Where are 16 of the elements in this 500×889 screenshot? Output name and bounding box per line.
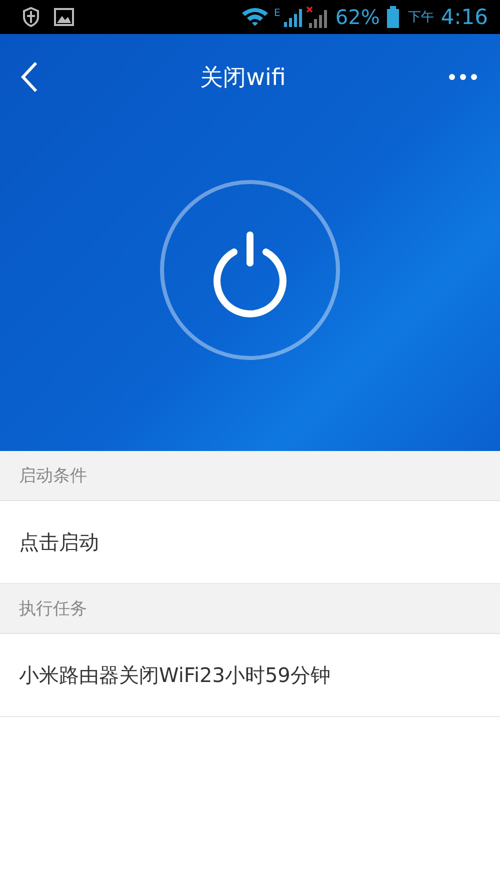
network-type-label: E — [274, 8, 280, 19]
battery-icon — [386, 6, 399, 28]
power-button[interactable] — [159, 179, 341, 361]
section-header: 启动条件 — [0, 451, 500, 501]
signal-icon — [283, 7, 304, 27]
more-icon[interactable] — [448, 73, 478, 81]
clock-time: 4:16 — [440, 5, 488, 29]
wifi-icon — [241, 7, 270, 27]
time-period: 下午 — [408, 9, 434, 26]
back-icon[interactable] — [20, 61, 38, 93]
section-header: 执行任务 — [0, 584, 500, 634]
page-title: 关闭wifi — [200, 64, 286, 92]
battery-percent: 62% — [335, 5, 380, 29]
no-signal-icon — [306, 6, 328, 28]
shield-icon — [22, 7, 40, 27]
image-icon — [54, 8, 74, 26]
